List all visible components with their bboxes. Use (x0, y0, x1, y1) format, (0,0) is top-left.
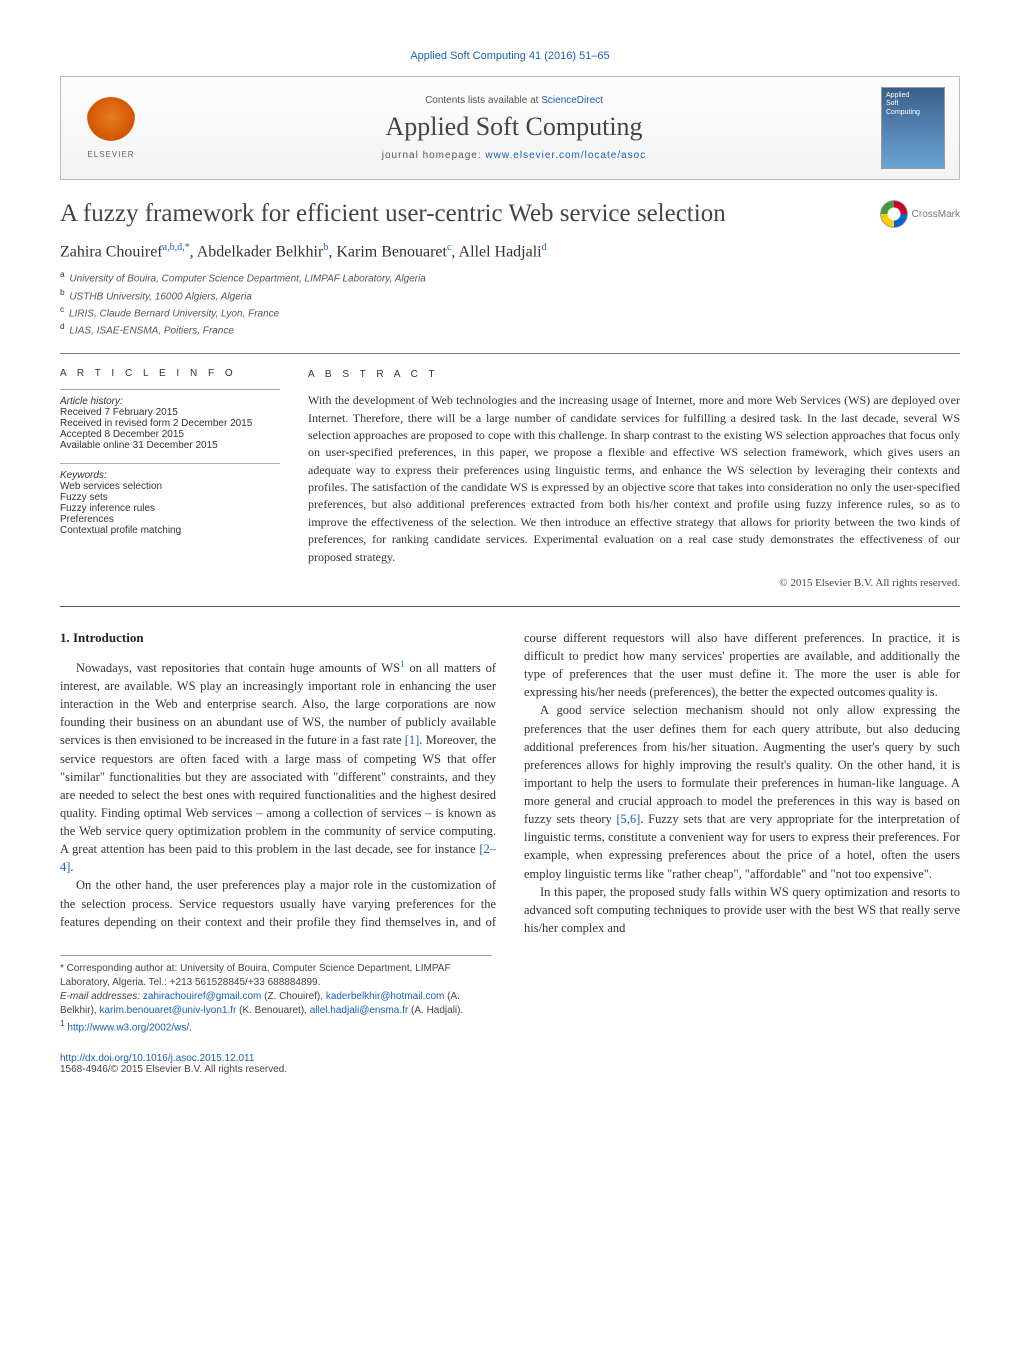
doi-block: http://dx.doi.org/10.1016/j.asoc.2015.12… (60, 1053, 960, 1075)
crossmark-badge[interactable]: CrossMark (880, 200, 960, 228)
body-p1: Nowadays, vast repositories that contain… (60, 658, 496, 877)
citation: Applied Soft Computing 41 (2016) 51–65 (60, 50, 960, 62)
copyright: © 2015 Elsevier B.V. All rights reserved… (308, 576, 960, 592)
doi-link[interactable]: http://dx.doi.org/10.1016/j.asoc.2015.12… (60, 1053, 254, 1064)
footnote-link[interactable]: http://www.w3.org/2002/ws/ (67, 1022, 189, 1033)
abstract-heading: A B S T R A C T (308, 368, 960, 383)
crossmark-icon (880, 200, 908, 228)
body-p3: A good service selection mechanism shoul… (524, 701, 960, 882)
elsevier-logo-icon: ELSEVIER (75, 89, 147, 167)
keywords-label: Keywords: (60, 470, 280, 481)
authors: Zahira Chouirefa,b,d,*, Abdelkader Belkh… (60, 242, 960, 261)
corresponding-author: * Corresponding author at: University of… (60, 962, 492, 990)
article-title: A fuzzy framework for efficient user-cen… (60, 200, 880, 228)
journal-title: Applied Soft Computing (147, 112, 881, 142)
section-heading: 1. Introduction (60, 629, 496, 648)
footnotes: * Corresponding author at: University of… (60, 955, 492, 1035)
body-text: 1. Introduction Nowadays, vast repositor… (60, 629, 960, 937)
affiliations: a University of Bouira, Computer Science… (60, 269, 960, 338)
issn-line: 1568-4946/© 2015 Elsevier B.V. All right… (60, 1064, 960, 1075)
abstract-text: With the development of Web technologies… (308, 392, 960, 566)
journal-cover-icon: Applied Soft Computing (881, 87, 945, 169)
email-addresses: E-mail addresses: zahirachouiref@gmail.c… (60, 990, 492, 1018)
footnote-1: 1 http://www.w3.org/2002/ws/. (60, 1018, 492, 1035)
body-p4: In this paper, the proposed study falls … (524, 883, 960, 937)
journal-header: ELSEVIER Contents lists available at Sci… (60, 76, 960, 180)
history-label: Article history: (60, 396, 280, 407)
homepage-link[interactable]: www.elsevier.com/locate/asoc (485, 150, 646, 161)
article-info-heading: A R T I C L E I N F O (60, 368, 280, 379)
abstract: A B S T R A C T With the development of … (308, 368, 960, 592)
homepage-line: journal homepage: www.elsevier.com/locat… (147, 150, 881, 161)
article-info: A R T I C L E I N F O Article history: R… (60, 368, 280, 592)
contents-line: Contents lists available at ScienceDirec… (147, 95, 881, 106)
sciencedirect-link[interactable]: ScienceDirect (541, 95, 603, 106)
